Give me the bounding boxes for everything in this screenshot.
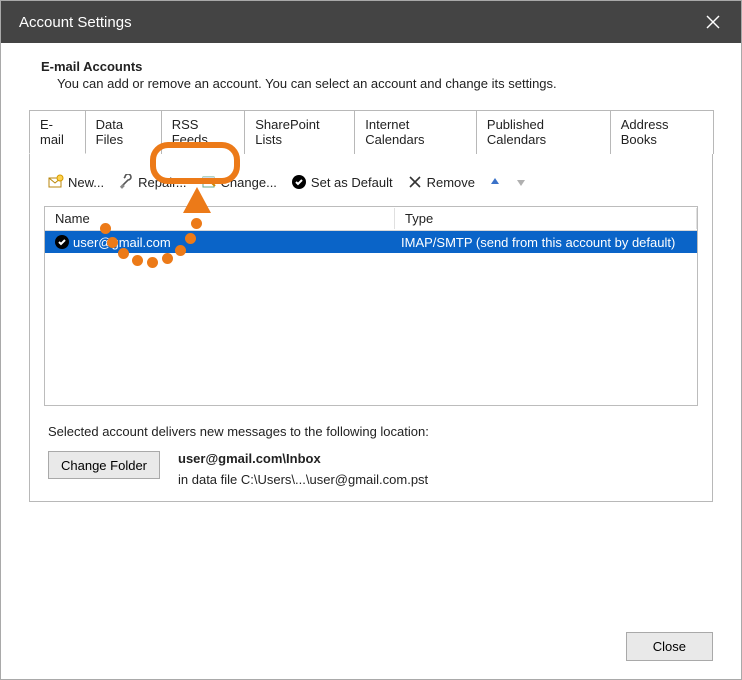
body-area: E-mail Data Files RSS Feeds SharePoint L… [1, 99, 741, 594]
mail-new-icon [48, 174, 64, 190]
close-icon [706, 15, 720, 29]
default-account-check-icon [55, 235, 69, 249]
header-block: E-mail Accounts You can add or remove an… [1, 43, 741, 99]
tab-address-books[interactable]: Address Books [610, 110, 714, 154]
tab-sharepoint-lists[interactable]: SharePoint Lists [244, 110, 355, 154]
change-folder-button[interactable]: Change Folder [48, 451, 160, 479]
table-row[interactable]: user@gmail.com IMAP/SMTP (send from this… [45, 231, 697, 253]
tab-published-calendars[interactable]: Published Calendars [476, 110, 611, 154]
delivery-location-path: in data file C:\Users\...\user@gmail.com… [178, 472, 428, 487]
titlebar: Account Settings [1, 1, 741, 43]
arrow-down-icon [513, 174, 529, 190]
col-header-type[interactable]: Type [395, 208, 697, 229]
remove-icon [407, 174, 423, 190]
account-settings-dialog: Account Settings E-mail Accounts You can… [0, 0, 742, 680]
remove-account-button[interactable]: Remove [403, 172, 479, 192]
tab-panel-email: New... Repair... Change... [29, 154, 713, 502]
delivery-location-folder: user@gmail.com\Inbox [178, 451, 428, 466]
tab-email[interactable]: E-mail [29, 110, 86, 154]
new-account-button[interactable]: New... [44, 172, 108, 192]
delivery-block: Selected account delivers new messages t… [44, 406, 698, 487]
account-table-header: Name Type [45, 207, 697, 231]
repair-icon [118, 174, 134, 190]
dialog-footer: Close [1, 594, 741, 679]
tab-data-files[interactable]: Data Files [85, 110, 162, 154]
col-header-name[interactable]: Name [45, 208, 395, 229]
move-down-button[interactable] [511, 172, 531, 192]
arrow-up-icon [487, 174, 503, 190]
move-up-button[interactable] [485, 172, 505, 192]
tab-strip: E-mail Data Files RSS Feeds SharePoint L… [29, 109, 713, 154]
account-type-cell: IMAP/SMTP (send from this account by def… [395, 233, 697, 252]
header-subtitle: You can add or remove an account. You ca… [57, 76, 713, 91]
close-button[interactable]: Close [626, 632, 713, 661]
repair-account-button[interactable]: Repair... [114, 172, 190, 192]
tab-rss-feeds[interactable]: RSS Feeds [161, 110, 246, 154]
account-name-cell: user@gmail.com [73, 235, 171, 250]
window-close-button[interactable] [699, 8, 727, 36]
check-circle-icon [291, 174, 307, 190]
delivery-intro: Selected account delivers new messages t… [48, 424, 694, 439]
delivery-info: user@gmail.com\Inbox in data file C:\Use… [178, 451, 428, 487]
tab-internet-calendars[interactable]: Internet Calendars [354, 110, 477, 154]
email-toolbar: New... Repair... Change... [44, 172, 698, 206]
window-title: Account Settings [19, 14, 132, 31]
change-account-button[interactable]: Change... [197, 172, 281, 192]
repair-account-label: Repair... [138, 175, 186, 190]
account-table: Name Type user@gmail.com IMAP/SMTP (send… [44, 206, 698, 406]
remove-account-label: Remove [427, 175, 475, 190]
change-account-label: Change... [221, 175, 277, 190]
set-default-label: Set as Default [311, 175, 393, 190]
header-title: E-mail Accounts [41, 59, 713, 74]
set-default-button[interactable]: Set as Default [287, 172, 397, 192]
new-account-label: New... [68, 175, 104, 190]
change-icon [201, 174, 217, 190]
